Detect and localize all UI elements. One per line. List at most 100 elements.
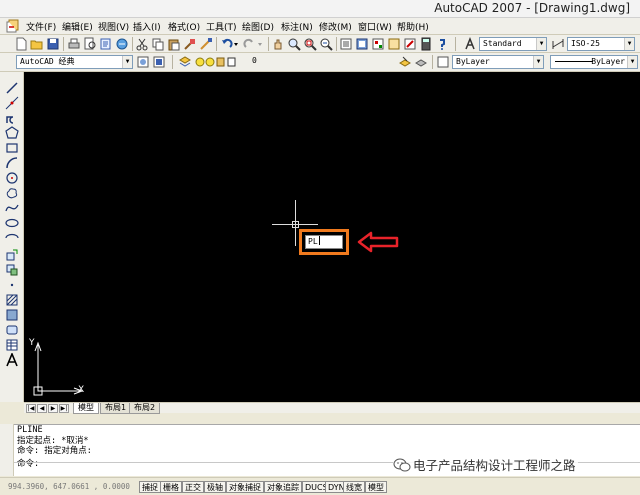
wechat-icon bbox=[393, 458, 411, 472]
3d-dwf-icon[interactable] bbox=[115, 37, 129, 51]
workspace-settings-icon[interactable] bbox=[136, 55, 150, 69]
construction-line-icon[interactable] bbox=[5, 96, 19, 110]
open-file-icon[interactable] bbox=[30, 37, 44, 51]
autocad-app-icon[interactable] bbox=[6, 19, 20, 33]
menu-view[interactable]: 视图(V) bbox=[98, 20, 129, 33]
current-layer[interactable]: 0 bbox=[252, 56, 257, 65]
ellipse-arc-icon[interactable] bbox=[5, 231, 19, 245]
menu-file[interactable]: 文件(F) bbox=[26, 20, 56, 33]
point-icon[interactable] bbox=[5, 278, 19, 292]
text-style-dropdown[interactable]: Standard ▼ bbox=[479, 37, 547, 51]
gradient-icon[interactable] bbox=[5, 308, 19, 322]
pan-icon[interactable] bbox=[271, 37, 285, 51]
lineweight-toggle[interactable]: 线宽 bbox=[343, 481, 365, 493]
color-dropdown[interactable]: ByLayer ▼ bbox=[452, 55, 544, 69]
redo-icon[interactable] bbox=[243, 37, 265, 51]
paste-icon[interactable] bbox=[167, 37, 181, 51]
region-icon[interactable] bbox=[5, 323, 19, 337]
status-bar: 994.3960, 647.0661 , 0.0000 捕捉 栅格 正交 极轴 … bbox=[0, 477, 640, 495]
menu-help[interactable]: 帮助(H) bbox=[397, 20, 429, 33]
menu-dimension[interactable]: 标注(N) bbox=[281, 20, 313, 33]
help-icon[interactable] bbox=[435, 37, 449, 51]
ucs-y-label: Y bbox=[29, 338, 35, 348]
menu-tools[interactable]: 工具(T) bbox=[206, 20, 237, 33]
snap-toggle[interactable]: 捕捉 bbox=[139, 481, 161, 493]
properties-icon[interactable] bbox=[339, 37, 353, 51]
menu-window[interactable]: 窗口(W) bbox=[358, 20, 392, 33]
multiline-text-icon[interactable] bbox=[5, 353, 19, 367]
insert-block-icon[interactable] bbox=[5, 248, 19, 262]
grid-toggle[interactable]: 栅格 bbox=[160, 481, 182, 493]
command-window-grip[interactable] bbox=[0, 424, 14, 476]
osnap-toggle[interactable]: 对象捕捉 bbox=[226, 481, 264, 493]
menu-insert[interactable]: 插入(I) bbox=[133, 20, 161, 33]
polyline-icon[interactable] bbox=[5, 111, 19, 125]
make-block-icon[interactable] bbox=[5, 263, 19, 277]
sheet-set-icon[interactable] bbox=[387, 37, 401, 51]
circle-icon[interactable] bbox=[5, 171, 19, 185]
workspace-dropdown[interactable]: AutoCAD 经典 ▼ bbox=[16, 55, 133, 69]
make-current-layer-icon[interactable] bbox=[398, 55, 412, 69]
block-editor-icon[interactable] bbox=[199, 37, 213, 51]
command-history-line: PLINE bbox=[17, 425, 43, 435]
polygon-icon[interactable] bbox=[5, 126, 19, 140]
arc-icon[interactable] bbox=[5, 156, 19, 170]
zoom-window-icon[interactable] bbox=[303, 37, 317, 51]
linetype-dropdown[interactable]: ByLayer ▼ bbox=[550, 55, 638, 69]
calculator-icon[interactable] bbox=[419, 37, 433, 51]
menu-modify[interactable]: 修改(M) bbox=[319, 20, 352, 33]
tab-layout1[interactable]: 布局1 bbox=[100, 403, 132, 414]
chevron-down-icon: ▼ bbox=[624, 38, 634, 50]
text-style-icon[interactable] bbox=[463, 37, 477, 51]
cursor-pickbox bbox=[292, 221, 299, 228]
menu-format[interactable]: 格式(O) bbox=[168, 20, 200, 33]
ellipse-icon[interactable] bbox=[5, 216, 19, 230]
zoom-previous-icon[interactable] bbox=[319, 37, 333, 51]
first-tab-icon[interactable]: |◀ bbox=[26, 404, 36, 413]
dim-style-icon[interactable] bbox=[551, 37, 565, 51]
plot-icon[interactable] bbox=[67, 37, 81, 51]
layer-previous-icon[interactable] bbox=[414, 55, 428, 69]
hatch-icon[interactable] bbox=[5, 293, 19, 307]
table-icon[interactable] bbox=[5, 338, 19, 352]
model-toggle[interactable]: 模型 bbox=[365, 481, 387, 493]
rectangle-icon[interactable] bbox=[5, 141, 19, 155]
color-control-icon[interactable] bbox=[436, 55, 450, 69]
match-properties-icon[interactable] bbox=[183, 37, 197, 51]
zoom-realtime-icon[interactable] bbox=[287, 37, 301, 51]
layer-state-icons[interactable] bbox=[194, 55, 254, 69]
otrack-toggle[interactable]: 对象追踪 bbox=[264, 481, 302, 493]
design-center-icon[interactable] bbox=[355, 37, 369, 51]
dim-style-value: ISO-25 bbox=[571, 39, 600, 48]
save-icon[interactable] bbox=[46, 37, 60, 51]
revision-cloud-icon[interactable] bbox=[5, 186, 19, 200]
drawing-canvas[interactable]: PL Y X bbox=[24, 72, 640, 402]
dim-style-dropdown[interactable]: ISO-25 ▼ bbox=[567, 37, 635, 51]
tool-palettes-icon[interactable] bbox=[371, 37, 385, 51]
menu-edit[interactable]: 编辑(E) bbox=[62, 20, 93, 33]
markup-icon[interactable] bbox=[403, 37, 417, 51]
polar-toggle[interactable]: 极轴 bbox=[204, 481, 226, 493]
layers-toolbar: AutoCAD 经典 ▼ 0 ByLayer ▼ ByLayer ▼ bbox=[0, 53, 640, 72]
prev-tab-icon[interactable]: ◀ bbox=[37, 404, 47, 413]
my-workspace-icon[interactable] bbox=[152, 55, 166, 69]
line-icon[interactable] bbox=[5, 81, 19, 95]
watermark-text: 电子产品结构设计工程师之路 bbox=[413, 458, 576, 473]
tab-layout2[interactable]: 布局2 bbox=[129, 403, 161, 414]
next-tab-icon[interactable]: ▶ bbox=[48, 404, 58, 413]
plot-preview-icon[interactable] bbox=[83, 37, 97, 51]
layer-manager-icon[interactable] bbox=[178, 55, 192, 69]
spline-icon[interactable] bbox=[5, 201, 19, 215]
menu-bar: 文件(F) 编辑(E) 视图(V) 插入(I) 格式(O) 工具(T) 绘图(D… bbox=[0, 18, 640, 35]
copy-icon[interactable] bbox=[151, 37, 165, 51]
last-tab-icon[interactable]: ▶| bbox=[59, 404, 69, 413]
publish-icon[interactable] bbox=[99, 37, 113, 51]
menu-draw[interactable]: 绘图(D) bbox=[242, 20, 274, 33]
tab-model[interactable]: 模型 bbox=[73, 403, 99, 414]
undo-icon[interactable] bbox=[219, 37, 241, 51]
ortho-toggle[interactable]: 正交 bbox=[182, 481, 204, 493]
new-file-icon[interactable] bbox=[14, 37, 28, 51]
watermark: 电子产品结构设计工程师之路 bbox=[393, 457, 578, 475]
dynamic-input-field[interactable]: PL bbox=[305, 235, 343, 249]
cut-icon[interactable] bbox=[135, 37, 149, 51]
